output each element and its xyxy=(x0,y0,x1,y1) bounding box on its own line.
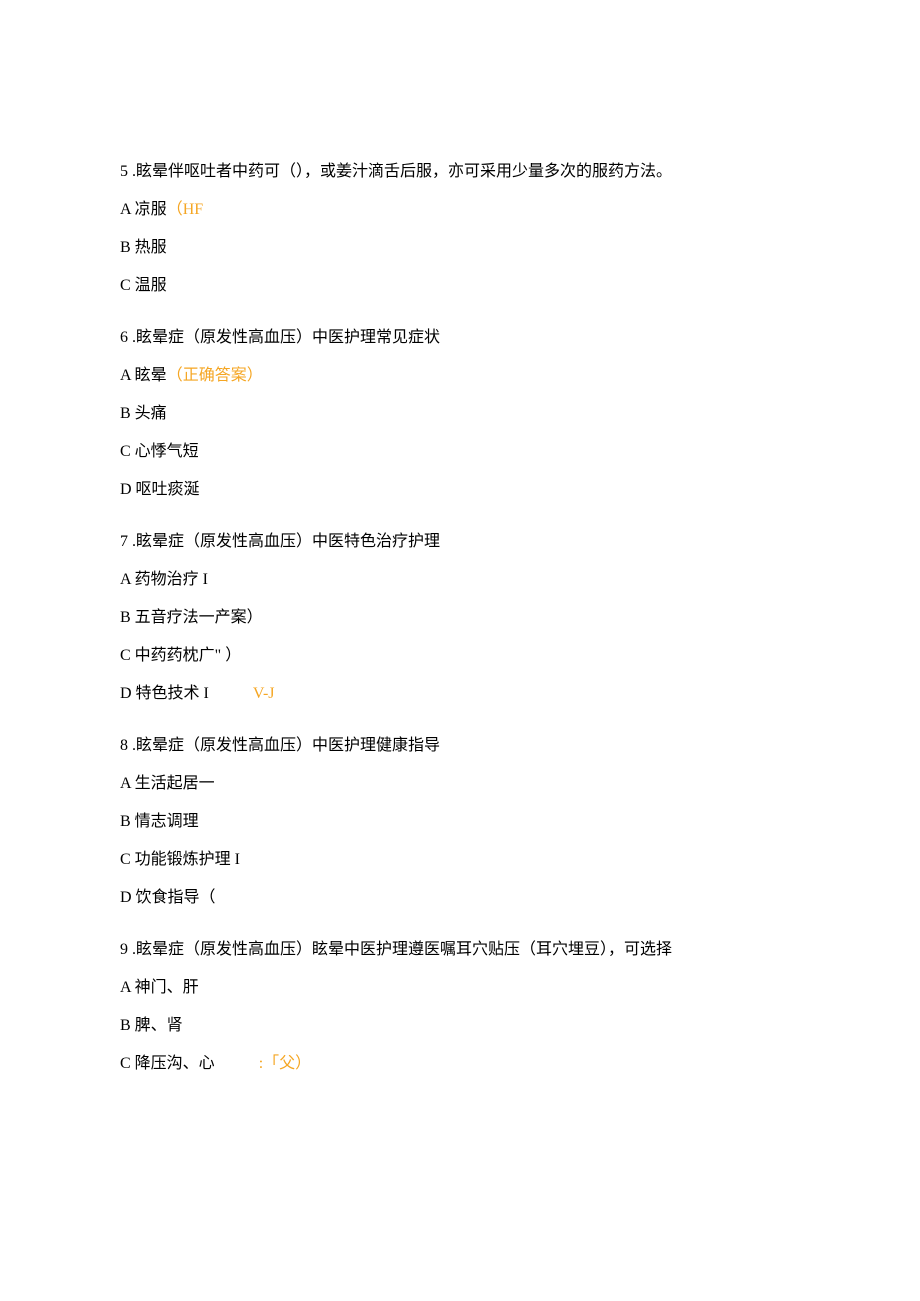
question-number: 7 xyxy=(120,533,128,550)
answer-option: C 功能锻炼护理 I xyxy=(120,848,800,872)
option-label: C 心悸气短 xyxy=(120,443,199,460)
answer-option: A 眩晕（正确答案） xyxy=(120,364,800,388)
option-label: C 温服 xyxy=(120,277,167,294)
answer-option: A 凉服（HF xyxy=(120,198,800,222)
answer-option: D 特色技术 I V-J xyxy=(120,682,800,706)
answer-option: B 脾、肾 xyxy=(120,1014,800,1038)
option-label: B 头痛 xyxy=(120,405,167,422)
option-label: B 热服 xyxy=(120,239,167,256)
option-annotation: :「父） xyxy=(259,1055,311,1072)
question-stem: 9 .眩晕症（原发性高血压）眩晕中医护理遵医嘱耳穴贴压（耳穴埋豆），可选择 xyxy=(120,938,800,962)
question-block: 5 .眩晕伴呕吐者中药可（），或姜汁滴舌后服，亦可采用少量多次的服药方法。 A 凉… xyxy=(120,160,800,298)
answer-option: C 降压沟、心 :「父） xyxy=(120,1052,800,1076)
question-number: 5 xyxy=(120,163,128,180)
option-label: D 饮食指导（ xyxy=(120,889,216,906)
answer-option: B 热服 xyxy=(120,236,800,260)
answer-option: D 饮食指导（ xyxy=(120,886,800,910)
question-block: 7 .眩晕症（原发性高血压）中医特色治疗护理 A 药物治疗 I B 五音疗法一产案）… xyxy=(120,530,800,706)
question-block: 6 .眩晕症（原发性高血压）中医护理常见症状 A 眩晕（正确答案） B 头痛 C 心悸… xyxy=(120,326,800,502)
option-annotation: （正确答案） xyxy=(167,367,263,384)
question-text: .眩晕伴呕吐者中药可（），或姜汁滴舌后服，亦可采用少量多次的服药方法。 xyxy=(128,163,672,180)
question-block: 8 .眩晕症（原发性高血压）中医护理健康指导 A 生活起居一 B 情志调理 C 功能锻… xyxy=(120,734,800,910)
question-stem: 8 .眩晕症（原发性高血压）中医护理健康指导 xyxy=(120,734,800,758)
question-number: 8 xyxy=(120,737,128,754)
document-body: 5 .眩晕伴呕吐者中药可（），或姜汁滴舌后服，亦可采用少量多次的服药方法。 A 凉… xyxy=(120,160,800,1076)
answer-option: B 五音疗法一产案） xyxy=(120,606,800,630)
option-label: B 情志调理 xyxy=(120,813,199,830)
option-label: A 凉服 xyxy=(120,201,167,218)
question-stem: 6 .眩晕症（原发性高血压）中医护理常见症状 xyxy=(120,326,800,350)
answer-option: B 头痛 xyxy=(120,402,800,426)
answer-option: A 药物治疗 I xyxy=(120,568,800,592)
answer-option: A 神门、肝 xyxy=(120,976,800,1000)
option-label: D 特色技术 I xyxy=(120,685,209,702)
question-number: 9 xyxy=(120,941,128,958)
option-annotation: （HF xyxy=(167,201,203,218)
answer-option: D 呕吐痰涎 xyxy=(120,478,800,502)
answer-option: C 中药药枕广" ） xyxy=(120,644,800,668)
question-text: .眩晕症（原发性高血压）眩晕中医护理遵医嘱耳穴贴压（耳穴埋豆），可选择 xyxy=(128,941,672,958)
answer-option: C 心悸气短 xyxy=(120,440,800,464)
question-block: 9 .眩晕症（原发性高血压）眩晕中医护理遵医嘱耳穴贴压（耳穴埋豆），可选择 A 神… xyxy=(120,938,800,1076)
option-label: D 呕吐痰涎 xyxy=(120,481,200,498)
question-number: 6 xyxy=(120,329,128,346)
option-label: C 功能锻炼护理 I xyxy=(120,851,240,868)
option-annotation: V-J xyxy=(253,685,275,702)
question-text: .眩晕症（原发性高血压）中医护理健康指导 xyxy=(128,737,440,754)
option-label: C 中药药枕广" ） xyxy=(120,647,241,664)
question-stem: 7 .眩晕症（原发性高血压）中医特色治疗护理 xyxy=(120,530,800,554)
option-label: A 眩晕 xyxy=(120,367,167,384)
option-label: B 脾、肾 xyxy=(120,1017,183,1034)
option-label: A 药物治疗 I xyxy=(120,571,208,588)
answer-option: B 情志调理 xyxy=(120,810,800,834)
question-stem: 5 .眩晕伴呕吐者中药可（），或姜汁滴舌后服，亦可采用少量多次的服药方法。 xyxy=(120,160,800,184)
option-label: B 五音疗法一产案） xyxy=(120,609,263,626)
option-label: A 生活起居一 xyxy=(120,775,215,792)
question-text: .眩晕症（原发性高血压）中医特色治疗护理 xyxy=(128,533,440,550)
answer-option: A 生活起居一 xyxy=(120,772,800,796)
option-label: A 神门、肝 xyxy=(120,979,199,996)
answer-option: C 温服 xyxy=(120,274,800,298)
question-text: .眩晕症（原发性高血压）中医护理常见症状 xyxy=(128,329,440,346)
option-label: C 降压沟、心 xyxy=(120,1055,215,1072)
